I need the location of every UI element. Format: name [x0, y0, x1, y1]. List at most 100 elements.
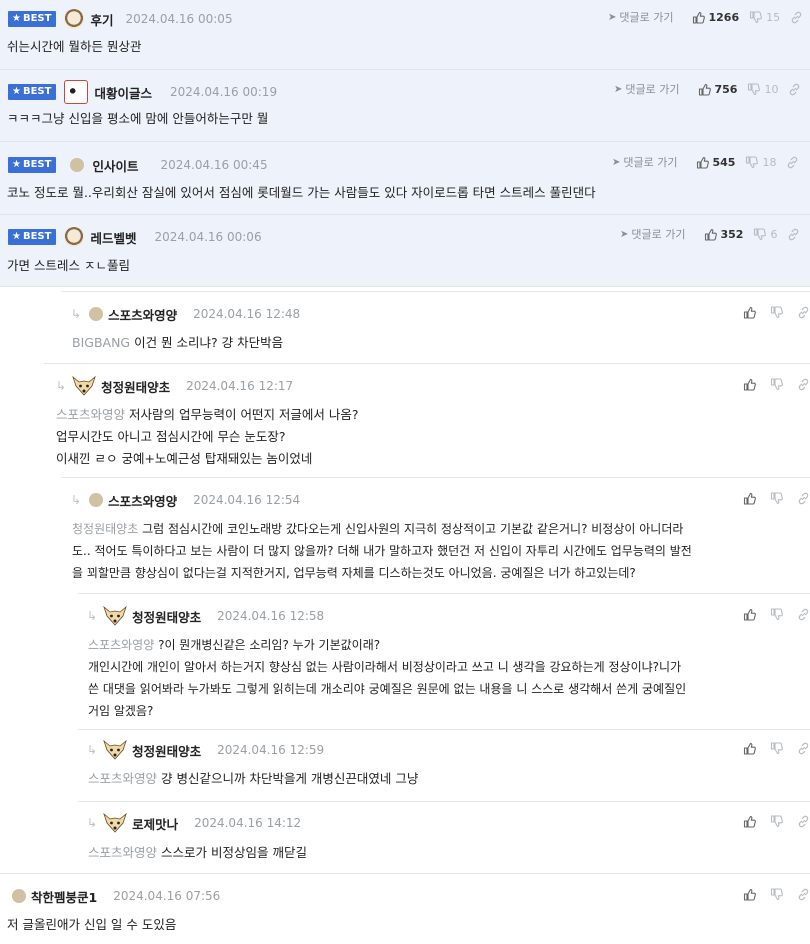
mention: 스포츠와영양: [56, 407, 126, 422]
downvote-button[interactable]: [770, 491, 783, 505]
link-button[interactable]: [797, 306, 810, 319]
best-comment: ★ BEST 대황이글스 2024.04.16 00:19 ➤ 댓글로 가기 756…: [0, 70, 810, 142]
thumb-up-icon: [743, 492, 756, 505]
date: 2024.04.16 07:56: [113, 889, 221, 903]
upvote-button[interactable]: 756: [698, 83, 737, 96]
nickname[interactable]: 대황이글스: [94, 83, 152, 102]
nickname[interactable]: 후기: [90, 10, 113, 29]
best-badge: ★ BEST: [8, 157, 57, 173]
nickname[interactable]: 로제맛나: [132, 814, 178, 833]
link-button[interactable]: [797, 608, 810, 621]
date: 2024.04.16 00:05: [125, 12, 233, 26]
date: 2024.04.16 12:48: [193, 307, 301, 321]
thumb-up-icon: [743, 815, 756, 828]
upvote-button[interactable]: 352: [704, 228, 743, 241]
reply-comment: ↳ 로제맛나 2024.04.16 14:12 스포츠와영양 스스로가 비정상임…: [78, 801, 810, 873]
fox-icon[interactable]: [103, 813, 127, 833]
link-button[interactable]: [790, 11, 803, 24]
thumb-down-icon: [754, 227, 767, 240]
reply-arrow-icon: ↳: [87, 816, 98, 830]
comment-text: 스포츠와영양 ?이 뭔개병신같은 소리임? 누가 기본값이래? 개인시간에 개인…: [88, 638, 687, 718]
upvote-button[interactable]: [743, 742, 756, 755]
avatar[interactable]: [70, 158, 85, 172]
fox-icon[interactable]: [103, 740, 127, 760]
reply-arrow-icon: ↳: [71, 307, 82, 321]
thumb-down-icon: [770, 607, 783, 620]
downvote-button[interactable]: 10: [747, 83, 778, 96]
avatar[interactable]: [64, 227, 85, 247]
date: 2024.04.16 12:54: [193, 493, 301, 507]
avatar[interactable]: [12, 889, 26, 903]
comment-text: 청정원태양초 그럼 점심시간에 코인노래방 갔다오는게 신입사원의 지극히 정상…: [72, 522, 692, 580]
downvote-button[interactable]: [770, 607, 783, 621]
upvote-button[interactable]: [743, 815, 756, 828]
best-comment: ★ BEST 후기 2024.04.16 00:05 ➤ 댓글로 가기 1266 1…: [0, 0, 810, 70]
thumb-down-icon: [770, 491, 783, 504]
link-button[interactable]: [797, 815, 810, 828]
nickname[interactable]: 청정원태양초: [101, 377, 170, 396]
goto-comment-link[interactable]: ➤ 댓글로 가기: [620, 226, 686, 242]
nickname[interactable]: 레드벨벳: [90, 228, 136, 247]
upvote-button[interactable]: [743, 306, 756, 319]
date: 2024.04.16 12:17: [186, 379, 294, 393]
comment-text: BIGBANG 이건 뭔 소리냐? 걍 차단박음: [72, 335, 284, 350]
nickname[interactable]: 스포츠와영양: [108, 491, 177, 510]
downvote-button[interactable]: [770, 741, 783, 755]
link-icon: [790, 83, 800, 95]
link-button[interactable]: [797, 492, 810, 505]
avatar[interactable]: [89, 493, 104, 507]
upvote-button[interactable]: [743, 492, 756, 505]
thumb-up-icon: [704, 228, 717, 241]
nickname[interactable]: 청정원태양초: [132, 607, 201, 626]
upvote-button[interactable]: [743, 608, 756, 621]
upvote-button[interactable]: [743, 888, 756, 901]
link-button[interactable]: [797, 888, 810, 901]
thumb-down-icon: [746, 155, 759, 168]
fox-icon[interactable]: [103, 606, 127, 626]
thumb-down-icon: [750, 10, 763, 23]
goto-comment-link[interactable]: ➤ 댓글로 가기: [612, 154, 678, 170]
downvote-button[interactable]: [770, 305, 783, 319]
link-button[interactable]: [787, 228, 800, 241]
downvote-button[interactable]: 6: [753, 228, 777, 241]
goto-comment-link[interactable]: ➤ 댓글로 가기: [608, 9, 674, 25]
comment-text: 저 글올린애가 신입 일 수 도있음: [7, 917, 177, 932]
fox-icon[interactable]: [72, 376, 96, 396]
reply-comment: ↳ 청정원태양초 2024.04.16 12:58 스포츠와영양 ?이 뭔개병신…: [78, 593, 810, 729]
comment-text: 쉬는시간에 뭘하든 뭔상관: [7, 39, 142, 54]
thumb-up-icon: [698, 83, 711, 96]
link-icon: [798, 608, 809, 620]
date: 2024.04.16 00:06: [154, 230, 262, 244]
reply-arrow-icon: ↳: [87, 609, 98, 623]
upvote-button[interactable]: 545: [696, 156, 735, 169]
link-button[interactable]: [788, 83, 801, 96]
date: 2024.04.16 00:45: [160, 158, 268, 172]
downvote-button[interactable]: [770, 887, 783, 901]
link-button[interactable]: [797, 378, 810, 391]
link-button[interactable]: [797, 742, 810, 755]
avatar[interactable]: [89, 307, 104, 321]
upvote-button[interactable]: 1266: [692, 11, 739, 24]
link-button[interactable]: [786, 156, 799, 169]
reply-comment: ↳ 스포츠와영양 2024.04.16 12:54 청정원태양초 그럼 점심시간…: [61, 477, 810, 593]
nickname[interactable]: 스포츠와영양: [108, 305, 177, 324]
thumb-down-icon: [770, 377, 783, 390]
link-icon: [789, 228, 799, 240]
goto-comment-link[interactable]: ➤ 댓글로 가기: [614, 81, 680, 97]
avatar[interactable]: [64, 80, 89, 104]
link-icon: [798, 742, 809, 754]
thumb-up-icon: [743, 888, 756, 901]
date: 2024.04.16 12:58: [217, 609, 325, 623]
nickname[interactable]: 착한펨붕쿤1: [31, 887, 97, 906]
link-icon: [798, 378, 809, 390]
avatar[interactable]: [64, 9, 85, 29]
downvote-button[interactable]: [770, 814, 783, 828]
nickname[interactable]: 청정원태양초: [132, 741, 201, 760]
nickname[interactable]: 인사이트: [92, 156, 138, 175]
link-icon: [791, 11, 802, 23]
downvote-button[interactable]: [770, 377, 783, 391]
downvote-button[interactable]: 15: [749, 11, 780, 24]
upvote-button[interactable]: [743, 378, 756, 391]
best-badge: ★ BEST: [8, 11, 57, 27]
downvote-button[interactable]: 18: [745, 156, 776, 169]
